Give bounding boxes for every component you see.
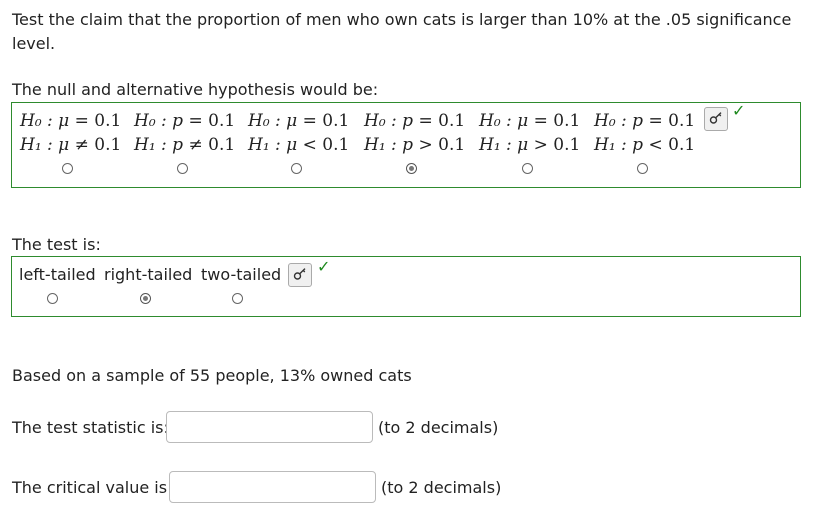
h0-relation: = bbox=[418, 111, 433, 131]
hypothesis-radio-5[interactable] bbox=[522, 163, 533, 174]
h1-relation: < bbox=[648, 135, 663, 155]
checkmark-icon: ✓ bbox=[732, 101, 746, 120]
h0-statement: H₀ : μ = 0.1 bbox=[479, 109, 580, 133]
h0-value: 0.1 bbox=[668, 111, 696, 131]
h1-statement: H₁ : μ < 0.1 bbox=[248, 133, 349, 157]
h1-lhs: H₁ : μ bbox=[20, 135, 70, 155]
h0-value: 0.1 bbox=[438, 111, 466, 131]
h0-value: 0.1 bbox=[553, 111, 581, 131]
h0-relation: = bbox=[188, 111, 203, 131]
h0-statement: H₀ : p = 0.1 bbox=[134, 109, 235, 133]
h1-lhs: H₁ : p bbox=[134, 135, 184, 155]
h1-relation: ≠ bbox=[188, 135, 203, 155]
hypothesis-radio-3[interactable] bbox=[291, 163, 302, 174]
h0-lhs: H₀ : p bbox=[594, 111, 644, 131]
test-statistic-input[interactable] bbox=[166, 411, 373, 443]
critical-value-hint: (to 2 decimals) bbox=[381, 478, 502, 497]
h0-lhs: H₀ : p bbox=[364, 111, 414, 131]
h0-relation: = bbox=[533, 111, 548, 131]
tail-option-label: left-tailed bbox=[19, 265, 96, 284]
h1-statement: H₁ : μ > 0.1 bbox=[479, 133, 580, 157]
test-statistic-label: The test statistic is: bbox=[12, 418, 169, 437]
h1-value: 0.1 bbox=[553, 135, 581, 155]
hypothesis-radio-4-selected[interactable] bbox=[406, 163, 417, 174]
h1-relation: > bbox=[418, 135, 433, 155]
test-type-label: The test is: bbox=[12, 235, 101, 254]
critical-value-input[interactable] bbox=[169, 471, 376, 503]
h0-lhs: H₀ : μ bbox=[20, 111, 70, 131]
tail-option-label: right-tailed bbox=[104, 265, 193, 284]
h0-statement: H₀ : μ = 0.1 bbox=[248, 109, 349, 133]
hypothesis-label: The null and alternative hypothesis woul… bbox=[12, 80, 379, 99]
h0-value: 0.1 bbox=[322, 111, 350, 131]
checkmark-icon: ✓ bbox=[317, 257, 331, 276]
h0-lhs: H₀ : μ bbox=[479, 111, 529, 131]
h1-value: 0.1 bbox=[438, 135, 466, 155]
hypothesis-radio-6[interactable] bbox=[637, 163, 648, 174]
h0-value: 0.1 bbox=[94, 111, 122, 131]
question-prompt: Test the claim that the proportion of me… bbox=[12, 10, 792, 53]
h1-value: 0.1 bbox=[322, 135, 350, 155]
test-type-group: left-tailed right-tailed two-tailed ✓ bbox=[11, 256, 801, 317]
h0-statement: H₀ : p = 0.1 bbox=[594, 109, 695, 133]
key-icon bbox=[709, 110, 723, 129]
hypothesis-radio-1[interactable] bbox=[62, 163, 73, 174]
h1-statement: H₁ : p ≠ 0.1 bbox=[134, 133, 235, 157]
h0-lhs: H₀ : μ bbox=[248, 111, 298, 131]
tail-radio-right-selected[interactable] bbox=[140, 293, 151, 304]
test-statistic-hint: (to 2 decimals) bbox=[378, 418, 499, 437]
tail-option-label: two-tailed bbox=[201, 265, 282, 284]
h1-statement: H₁ : p > 0.1 bbox=[364, 133, 465, 157]
hypothesis-group: H₀ : μ = 0.1 H₁ : μ ≠ 0.1 H₀ : p = 0.1 H… bbox=[11, 101, 801, 188]
h1-statement: H₁ : μ ≠ 0.1 bbox=[20, 133, 121, 157]
h1-lhs: H₁ : p bbox=[364, 135, 414, 155]
h0-value: 0.1 bbox=[208, 111, 236, 131]
h0-statement: H₀ : p = 0.1 bbox=[364, 109, 465, 133]
h0-relation: = bbox=[302, 111, 317, 131]
h1-value: 0.1 bbox=[668, 135, 696, 155]
h1-lhs: H₁ : μ bbox=[248, 135, 298, 155]
show-answer-button[interactable] bbox=[288, 263, 312, 287]
h0-lhs: H₀ : p bbox=[134, 111, 184, 131]
h0-relation: = bbox=[74, 111, 89, 131]
key-icon bbox=[293, 266, 307, 285]
critical-value-label: The critical value is: bbox=[12, 478, 173, 497]
h1-lhs: H₁ : μ bbox=[479, 135, 529, 155]
tail-radio-two[interactable] bbox=[232, 293, 243, 304]
sample-text: Based on a sample of 55 people, 13% owne… bbox=[12, 366, 412, 385]
show-answer-button[interactable] bbox=[704, 107, 728, 131]
tail-radio-left[interactable] bbox=[47, 293, 58, 304]
h0-statement: H₀ : μ = 0.1 bbox=[20, 109, 121, 133]
h1-value: 0.1 bbox=[208, 135, 236, 155]
h1-relation: ≠ bbox=[74, 135, 89, 155]
h1-lhs: H₁ : p bbox=[594, 135, 644, 155]
h1-relation: < bbox=[302, 135, 317, 155]
h1-statement: H₁ : p < 0.1 bbox=[594, 133, 695, 157]
h1-relation: > bbox=[533, 135, 548, 155]
h1-value: 0.1 bbox=[94, 135, 122, 155]
hypothesis-radio-2[interactable] bbox=[177, 163, 188, 174]
h0-relation: = bbox=[648, 111, 663, 131]
